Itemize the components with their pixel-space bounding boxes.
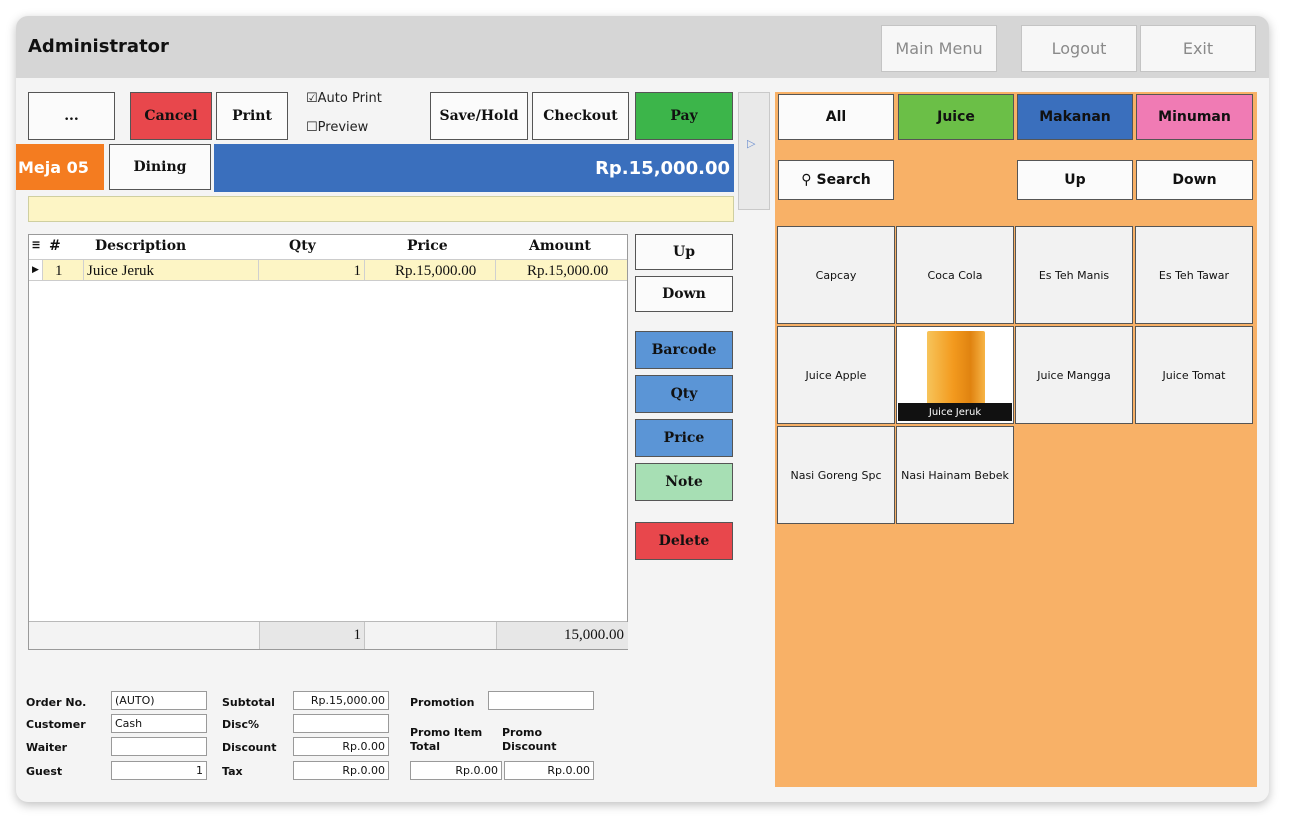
product-tile[interactable]: Es Teh Tawar	[1135, 226, 1253, 324]
category-all[interactable]: All	[778, 94, 894, 140]
disc-pct-label: Disc%	[222, 718, 259, 731]
waiter-field[interactable]	[111, 737, 207, 756]
discount-field[interactable]: Rp.0.00	[293, 737, 389, 756]
product-tile[interactable]: Capcay	[777, 226, 895, 324]
product-up-button[interactable]: Up	[1017, 160, 1133, 200]
subtotal-field: Rp.15,000.00	[293, 691, 389, 710]
checkout-button[interactable]: Checkout	[532, 92, 629, 140]
category-makanan[interactable]: Makanan	[1017, 94, 1133, 140]
promo-discount-label-1: Promo	[502, 726, 543, 739]
product-tile[interactable]: Nasi Goreng Spc	[777, 426, 895, 524]
order-total: Rp.15,000.00	[214, 144, 734, 192]
checkbox-checked-icon: ☑	[306, 91, 318, 106]
promo-item-total-label-2: Total	[410, 740, 441, 753]
grid-header: ☰ # Description Qty Price Amount	[29, 235, 627, 259]
footer-amount: 15,000.00	[564, 627, 624, 643]
product-tile[interactable]: Juice Mangga	[1015, 326, 1133, 424]
product-down-button[interactable]: Down	[1136, 160, 1253, 200]
customer-label: Customer	[26, 718, 86, 731]
tax-field: Rp.0.00	[293, 761, 389, 780]
note-button[interactable]: Note	[635, 463, 733, 501]
order-items-grid[interactable]: ☰ # Description Qty Price Amount ▶ 1 Jui…	[28, 234, 628, 650]
category-juice[interactable]: Juice	[898, 94, 1014, 140]
col-description: Description	[95, 238, 187, 254]
pos-window: Administrator Main Menu Logout Exit ... …	[16, 16, 1269, 802]
cell-qty: 1	[353, 263, 362, 279]
preview-checkbox[interactable]: ☐Preview	[306, 120, 368, 135]
order-note-field[interactable]	[28, 196, 734, 222]
product-tile[interactable]: Es Teh Manis	[1015, 226, 1133, 324]
search-button[interactable]: ⚲ Search	[778, 160, 894, 200]
cancel-button[interactable]: Cancel	[130, 92, 212, 140]
cell-no: 1	[55, 263, 63, 279]
waiter-label: Waiter	[26, 741, 68, 754]
guest-label: Guest	[26, 765, 63, 778]
product-tile-selected[interactable]: Juice Jeruk	[896, 326, 1014, 424]
grid-footer: 1 15,000.00	[29, 621, 628, 649]
guest-field[interactable]: 1	[111, 761, 207, 780]
tax-label: Tax	[222, 765, 243, 778]
promotion-field[interactable]	[488, 691, 594, 710]
table-label: Meja 05	[16, 144, 104, 190]
cell-divider	[83, 260, 84, 280]
col-qty: Qty	[289, 238, 316, 254]
row-down-button[interactable]: Down	[635, 276, 733, 312]
qty-button[interactable]: Qty	[635, 375, 733, 413]
window-title: Administrator	[28, 36, 169, 57]
promo-discount-field: Rp.0.00	[504, 761, 594, 780]
customer-field[interactable]: Cash	[111, 714, 207, 733]
footer-qty: 1	[353, 627, 362, 643]
cell-price: Rp.15,000.00	[395, 263, 477, 279]
row-up-button[interactable]: Up	[635, 234, 733, 270]
product-caption: Juice Jeruk	[898, 403, 1012, 421]
product-panel: All Juice Makanan Minuman ⚲ Search Up Dow…	[775, 92, 1257, 787]
cell-amount: Rp.15,000.00	[527, 263, 609, 279]
main-menu-button[interactable]: Main Menu	[881, 25, 997, 72]
order-no-field[interactable]: (AUTO)	[111, 691, 207, 710]
promo-item-total-field: Rp.0.00	[410, 761, 502, 780]
logout-button[interactable]: Logout	[1021, 25, 1137, 72]
product-tile[interactable]: Nasi Hainam Bebek	[896, 426, 1014, 524]
promotion-label: Promotion	[410, 696, 475, 709]
exit-button[interactable]: Exit	[1140, 25, 1256, 72]
disc-pct-field[interactable]	[293, 714, 389, 733]
print-button[interactable]: Print	[216, 92, 288, 140]
title-bar: Administrator Main Menu Logout Exit	[16, 16, 1269, 78]
promo-item-total-label-1: Promo Item	[410, 726, 483, 739]
panel-toggle-handle[interactable]: ▷	[738, 92, 770, 210]
delete-button[interactable]: Delete	[635, 522, 733, 560]
pay-button[interactable]: Pay	[635, 92, 733, 140]
dining-button[interactable]: Dining	[109, 144, 211, 190]
search-icon: ⚲	[801, 172, 812, 188]
expand-right-icon: ▷	[747, 137, 756, 150]
col-no: #	[49, 238, 61, 254]
cell-divider	[258, 260, 259, 280]
category-minuman[interactable]: Minuman	[1136, 94, 1253, 140]
subtotal-label: Subtotal	[222, 696, 275, 709]
search-label: Search	[816, 172, 871, 188]
order-no-label: Order No.	[26, 696, 87, 709]
barcode-button[interactable]: Barcode	[635, 331, 733, 369]
col-price: Price	[407, 238, 448, 254]
save-hold-button[interactable]: Save/Hold	[430, 92, 528, 140]
product-tile[interactable]: Juice Apple	[777, 326, 895, 424]
auto-print-checkbox[interactable]: ☑Auto Print	[306, 91, 382, 106]
cell-divider	[364, 260, 365, 280]
row-pointer-icon: ▶	[32, 264, 39, 274]
product-tile[interactable]: Juice Tomat	[1135, 326, 1253, 424]
discount-label: Discount	[222, 741, 277, 754]
price-button[interactable]: Price	[635, 419, 733, 457]
cell-description: Juice Jeruk	[87, 263, 155, 279]
auto-print-label: Auto Print	[317, 91, 382, 106]
juice-glass-image	[927, 331, 985, 405]
preview-label: Preview	[317, 120, 369, 135]
column-chooser-icon[interactable]: ☰	[32, 241, 40, 251]
cell-divider	[495, 260, 496, 280]
product-tile[interactable]: Coca Cola	[896, 226, 1014, 324]
table-row[interactable]: ▶ 1 Juice Jeruk 1 Rp.15,000.00 Rp.15,000…	[29, 259, 627, 281]
promo-discount-label-2: Discount	[502, 740, 557, 753]
col-amount: Amount	[529, 238, 591, 254]
checkbox-unchecked-icon: ☐	[306, 120, 318, 135]
more-button[interactable]: ...	[28, 92, 115, 140]
